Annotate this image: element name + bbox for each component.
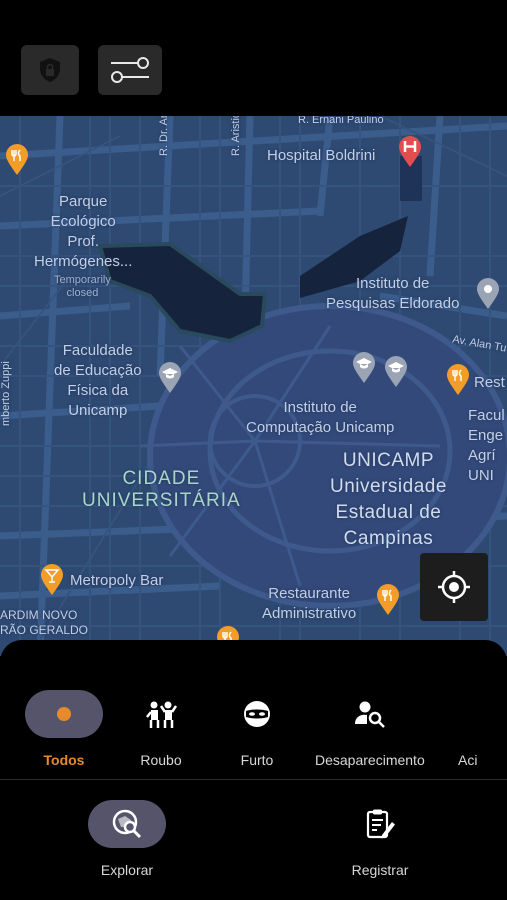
category-desaparecimento-chip[interactable] (331, 690, 409, 738)
instituto-computacao-label: Instituto de Computação Unicamp (246, 399, 395, 436)
person-search-icon (354, 701, 385, 728)
category-label: Furto (240, 752, 274, 768)
nav-registrar[interactable]: Registrar (341, 800, 419, 878)
clipboard-edit-icon (366, 809, 395, 839)
street-ernani-label: R. Ernani Paulino (298, 116, 384, 126)
robbery-icon (146, 701, 177, 728)
category-label: Desaparecimento (315, 752, 425, 768)
restaurante-label: Restaurante Administrativo (262, 585, 357, 622)
top-bar (0, 0, 507, 116)
faculdade-right-label: Facul Enge Agrí UNI (468, 407, 505, 484)
school-pin-icon[interactable] (352, 352, 376, 384)
bar-pin-icon[interactable] (40, 564, 64, 596)
sliders-icon (111, 57, 149, 83)
unicamp-label: UNICAMP Universidade Estadual de Campina… (330, 450, 447, 549)
category-label: Todos (43, 752, 85, 768)
street-antonio-label: R. Dr. Antônio (158, 116, 170, 156)
shield-icon (40, 58, 60, 82)
school-pin-icon[interactable] (158, 362, 182, 394)
restaurant-pin-icon[interactable] (376, 584, 400, 616)
instituto-eldorado-label: Instituto de Pesquisas Eldorado (326, 275, 460, 312)
category-desaparecimento[interactable]: Desaparecimento (315, 690, 425, 768)
category-todos-chip[interactable] (25, 690, 103, 738)
school-pin-icon[interactable] (384, 356, 408, 388)
rest-right-label: Rest (474, 374, 505, 391)
category-roubo[interactable]: Roubo (122, 690, 200, 768)
filter-button[interactable] (98, 45, 162, 95)
explore-search-icon (112, 809, 142, 839)
bottom-sheet (0, 640, 507, 900)
restaurant-pin-icon[interactable] (446, 364, 470, 396)
parque-label: Parque Ecológico Prof. Hermógenes... (34, 193, 133, 270)
parque-status-label: Temporarily closed (54, 274, 111, 299)
dot-icon (57, 707, 71, 721)
street-aristides-label: R. Aristides L (230, 116, 242, 156)
category-todos[interactable]: Todos (25, 690, 103, 768)
nav-label: Explorar (100, 862, 154, 878)
category-aci-chip[interactable] (450, 690, 490, 738)
category-roubo-chip[interactable] (122, 690, 200, 738)
hospital-label: Hospital Boldrini (267, 147, 376, 164)
category-aci[interactable]: Aci (450, 690, 490, 768)
shield-button[interactable] (21, 45, 79, 95)
cidade-universitaria-label: CIDADE UNIVERSITÁRIA (82, 468, 241, 511)
nav-explorar-chip[interactable] (88, 800, 166, 848)
category-label: Roubo (140, 752, 182, 768)
nav-label: Registrar (351, 862, 409, 878)
hospital-pin-icon[interactable] (398, 136, 422, 168)
restaurant-pin-icon[interactable] (5, 144, 29, 176)
jardim-novo-label: ARDIM NOVO RÃO GERALDO (0, 608, 89, 637)
divider (0, 779, 507, 780)
category-label: Aci (458, 752, 478, 768)
nav-registrar-chip[interactable] (341, 800, 419, 848)
crosshair-icon (438, 571, 470, 603)
my-location-button[interactable] (420, 553, 488, 621)
place-pin-icon[interactable] (476, 278, 500, 310)
metropoly-label: Metropoly Bar (70, 572, 164, 589)
nav-explorar[interactable]: Explorar (88, 800, 166, 878)
street-zuppi-label: mberto Zuppi (0, 361, 12, 426)
category-furto-chip[interactable] (218, 690, 296, 738)
mask-icon (244, 701, 270, 727)
category-furto[interactable]: Furto (218, 690, 296, 768)
faculdade-educacao-label: Faculdade de Educação Física da Unicamp (54, 342, 142, 419)
